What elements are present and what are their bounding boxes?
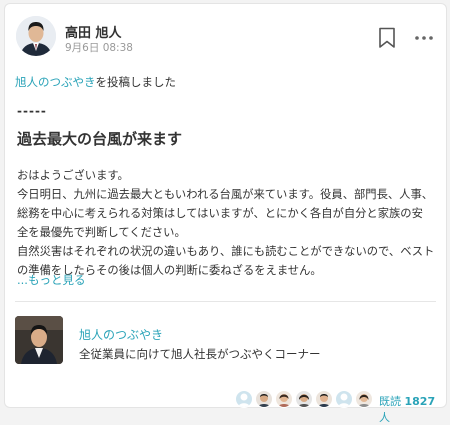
post-timestamp: 9月6日 08:38 bbox=[65, 42, 133, 54]
read-count-number: 1827 bbox=[404, 395, 436, 408]
reader-avatar[interactable] bbox=[275, 390, 293, 408]
post-body: おはようございます。 今日明日、九州に過去最大ともいわれる台風が来ています。役員… bbox=[17, 166, 437, 280]
channel-thumbnail[interactable] bbox=[15, 316, 63, 364]
reader-avatar[interactable] bbox=[255, 390, 273, 408]
body-line: おはようございます。 bbox=[17, 169, 129, 182]
posted-suffix: を投稿しました bbox=[95, 75, 177, 89]
divider bbox=[15, 301, 436, 302]
post-title: 過去最大の台風が来ます bbox=[17, 130, 183, 148]
body-line: 自然災害はそれぞれの状況の違いもあり、誰にも読むことができないので、ベスト bbox=[17, 245, 435, 258]
body-line: 全を最優先で判断してください。 bbox=[17, 226, 186, 239]
author-name[interactable]: 高田 旭人 bbox=[65, 22, 122, 41]
bookmark-icon[interactable] bbox=[378, 27, 396, 49]
reader-avatar[interactable] bbox=[355, 390, 373, 408]
reader-avatar[interactable] bbox=[295, 390, 313, 408]
read-count[interactable]: 既読 1827 人 bbox=[379, 393, 446, 425]
show-more-link[interactable]: ...もっと見る bbox=[17, 272, 85, 288]
posted-notice: 旭人のつぶやきを投稿しました bbox=[15, 74, 176, 90]
post-card: 高田 旭人 9月6日 08:38 旭人のつぶやきを投稿しました ----- 過去… bbox=[4, 3, 447, 424]
read-label: 既読 bbox=[379, 395, 401, 408]
more-options-icon[interactable] bbox=[413, 30, 435, 46]
body-line: 今日明日、九州に過去最大ともいわれる台風が来ています。役員、部門長、人事、 bbox=[17, 188, 434, 201]
author-avatar[interactable] bbox=[16, 16, 56, 56]
channel-description: 全従業員に向けて旭人社長がつぶやくコーナー bbox=[79, 347, 321, 361]
separator-dashes: ----- bbox=[17, 104, 47, 118]
reader-avatar[interactable] bbox=[315, 390, 333, 408]
reader-avatar[interactable] bbox=[235, 390, 253, 408]
read-unit: 人 bbox=[379, 411, 390, 424]
reader-avatar[interactable] bbox=[335, 390, 353, 408]
channel-name[interactable]: 旭人のつぶやき bbox=[79, 326, 163, 343]
body-line: 総務を中心に考えられる対策はしてはいますが、とにかく各自が自分と家族の安 bbox=[17, 207, 423, 220]
channel-link[interactable]: 旭人のつぶやき bbox=[15, 75, 96, 89]
